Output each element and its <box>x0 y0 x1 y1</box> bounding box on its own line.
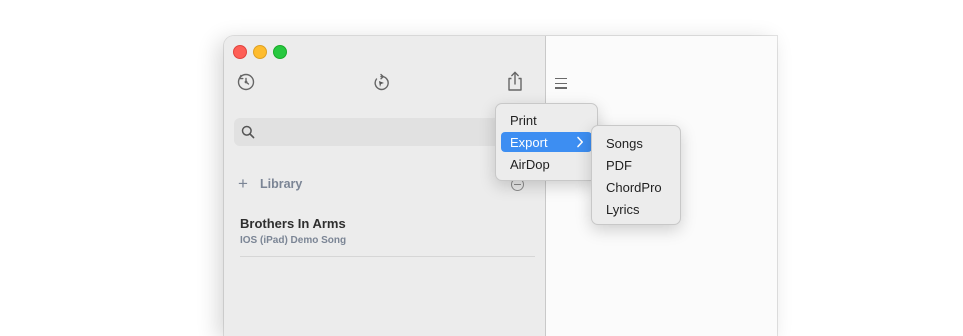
menu-item-airdrop[interactable]: AirDop <box>501 154 592 174</box>
history-icon[interactable] <box>236 72 256 92</box>
library-label: Library <box>260 177 303 191</box>
search-field[interactable] <box>234 118 534 146</box>
hamburger-menu-icon[interactable] <box>555 78 567 92</box>
menu-item-label: Songs <box>606 136 643 151</box>
search-icon <box>241 125 255 139</box>
song-title: Brothers In Arms <box>240 216 346 231</box>
app-window: + Library Brothers In Arms IOS (iPad) De… <box>224 36 777 336</box>
song-list-item[interactable]: Brothers In Arms IOS (iPad) Demo Song <box>240 216 534 246</box>
chevron-right-icon <box>577 136 583 148</box>
export-submenu: Songs PDF ChordPro Lyrics <box>591 125 681 225</box>
menu-item-label: Print <box>510 113 537 128</box>
close-window-button[interactable] <box>233 45 247 59</box>
menu-item-label: Lyrics <box>606 202 640 217</box>
submenu-item-songs[interactable]: Songs <box>597 133 675 153</box>
submenu-item-chordpro[interactable]: ChordPro <box>597 177 675 197</box>
share-menu: Print Export AirDop <box>495 103 598 181</box>
menu-item-label: PDF <box>606 158 632 173</box>
submenu-item-pdf[interactable]: PDF <box>597 155 675 175</box>
search-input[interactable] <box>260 122 524 144</box>
zoom-window-button[interactable] <box>273 45 287 59</box>
menu-item-print[interactable]: Print <box>501 110 592 130</box>
menu-item-label: Export <box>510 135 548 150</box>
menu-item-label: AirDop <box>510 157 550 172</box>
autoscroll-icon[interactable] <box>371 73 391 93</box>
share-icon[interactable] <box>505 70 525 92</box>
divider <box>240 256 535 257</box>
submenu-item-lyrics[interactable]: Lyrics <box>597 199 675 219</box>
song-subtitle: IOS (iPad) Demo Song <box>240 235 347 246</box>
plus-icon: + <box>238 174 248 193</box>
minimize-window-button[interactable] <box>253 45 267 59</box>
sidebar: + Library Brothers In Arms IOS (iPad) De… <box>224 36 546 336</box>
menu-item-export[interactable]: Export <box>501 132 592 152</box>
menu-item-label: ChordPro <box>606 180 662 195</box>
